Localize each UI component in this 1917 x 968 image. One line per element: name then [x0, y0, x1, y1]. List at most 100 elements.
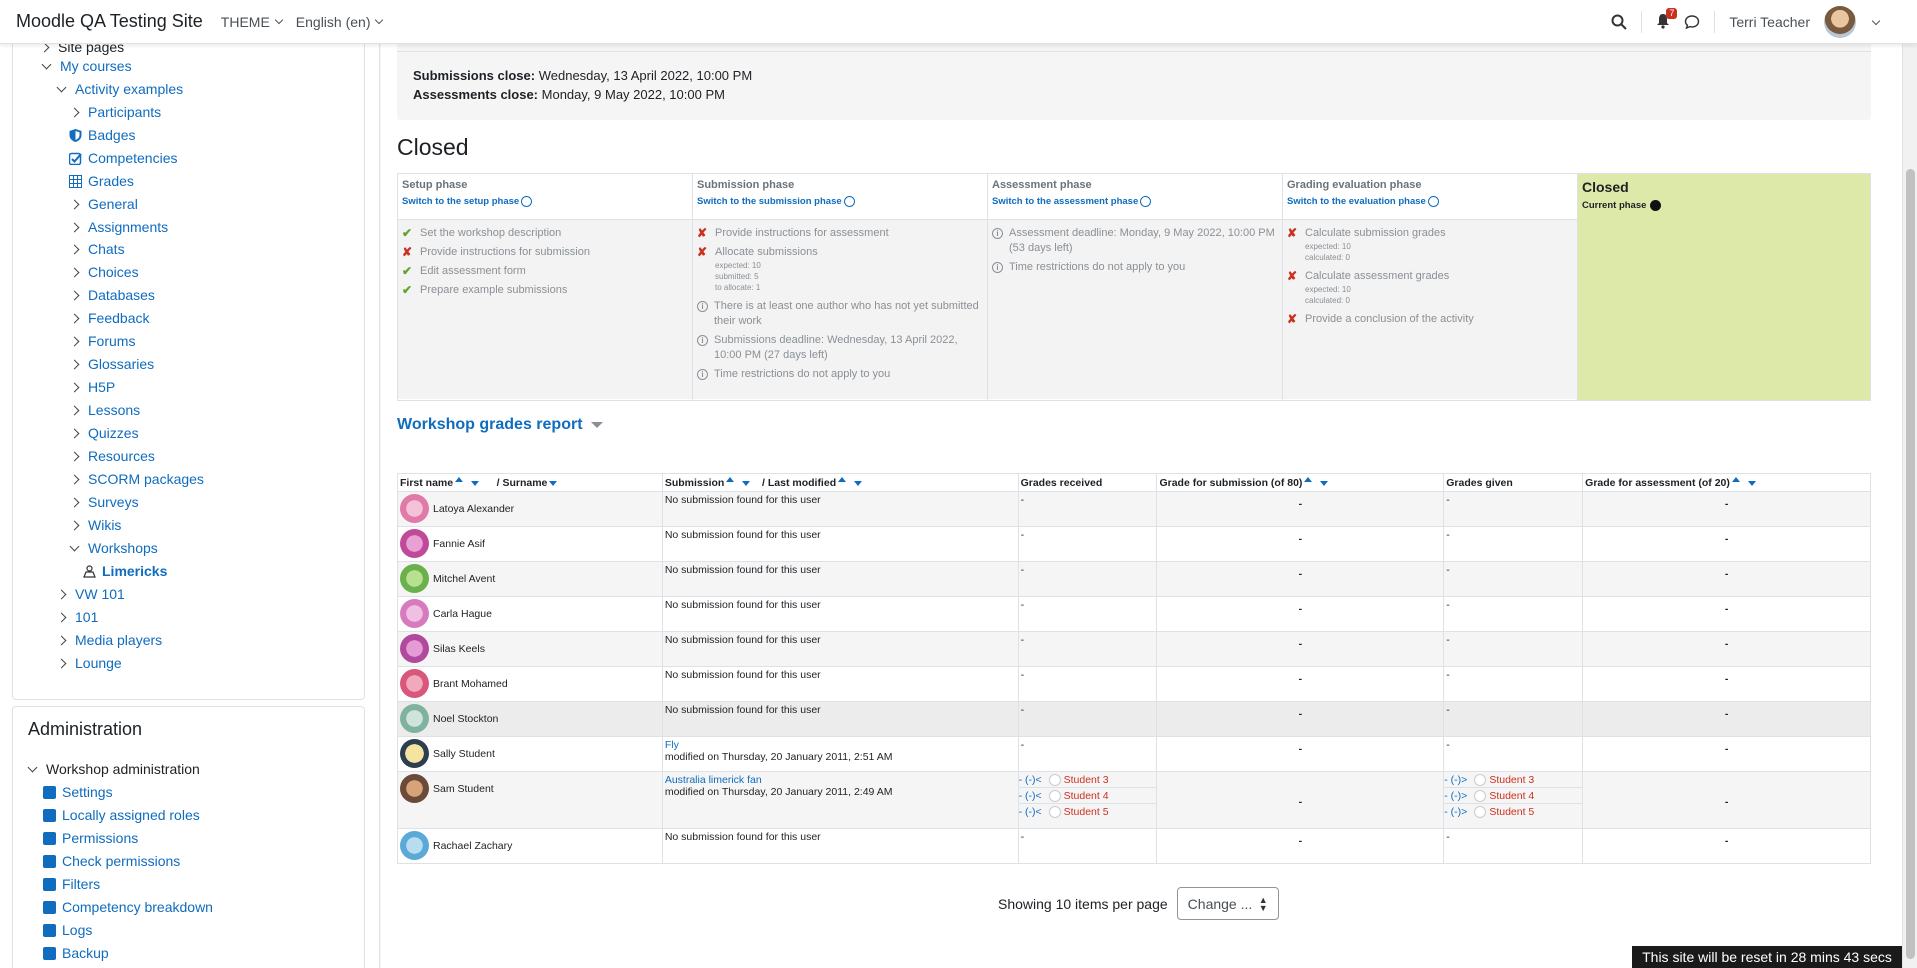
tree-label[interactable]: Settings	[62, 784, 113, 800]
tree-workshop-administration[interactable]: Workshop administration	[27, 758, 200, 780]
user-picture[interactable]	[400, 704, 429, 733]
tree-my-courses[interactable]: My courses	[41, 55, 132, 77]
tree-label[interactable]: Check permissions	[62, 853, 180, 869]
admin-item-check-permissions[interactable]: Check permissions	[43, 850, 180, 872]
tree-label[interactable]: My courses	[60, 58, 132, 74]
grade-mark[interactable]: - (-)<	[1019, 790, 1042, 802]
tree-item-badges[interactable]: Badges	[69, 124, 135, 146]
switch-submission-phase-link[interactable]: Switch to the submission phase	[697, 196, 983, 207]
tree-item-participants[interactable]: Participants	[69, 101, 161, 123]
tree-item-forums[interactable]: Forums	[69, 330, 135, 352]
tree-item-wikis[interactable]: Wikis	[69, 514, 121, 536]
tree-item-feedback[interactable]: Feedback	[69, 307, 149, 329]
per-page-select[interactable]: Change ... ▲ ▼	[1176, 887, 1279, 920]
message-icon[interactable]	[1684, 14, 1700, 30]
tree-label[interactable]: Glossaries	[88, 356, 154, 372]
user-picture[interactable]	[400, 774, 429, 803]
tree-course-lounge[interactable]: Lounge	[56, 652, 122, 674]
tree-label[interactable]: 101	[75, 609, 98, 625]
tree-item-lessons[interactable]: Lessons	[69, 399, 140, 421]
user-name[interactable]: Silas Keels	[433, 643, 485, 655]
tree-label[interactable]: H5P	[88, 379, 115, 395]
sort-asc-icon[interactable]	[455, 476, 464, 482]
search-icon[interactable]	[1611, 14, 1628, 30]
sort-grade-assessment-link[interactable]: Grade for assessment (of 20)	[1585, 477, 1730, 489]
tree-course-media-players[interactable]: Media players	[56, 629, 162, 651]
user-name[interactable]: Sam Student	[433, 783, 494, 795]
user-menu-name[interactable]: Terri Teacher	[1729, 14, 1810, 30]
tree-label[interactable]: Filters	[62, 876, 100, 892]
user-avatar[interactable]	[1824, 6, 1856, 38]
sort-asc-icon[interactable]	[838, 476, 847, 482]
user-picture[interactable]	[400, 739, 429, 768]
tree-item-assignments[interactable]: Assignments	[69, 216, 168, 238]
sort-desc-icon[interactable]	[1320, 480, 1329, 486]
sort-last-modified-link[interactable]: / Last modified	[762, 477, 836, 489]
tree-label[interactable]: Competency breakdown	[62, 899, 213, 915]
tree-label[interactable]: Logs	[62, 922, 92, 938]
tree-label[interactable]: Limericks	[102, 563, 167, 579]
tree-course-activity-examples[interactable]: Activity examples	[56, 78, 183, 100]
submission-link[interactable]: Fly	[665, 739, 679, 751]
user-name[interactable]: Rachael Zachary	[433, 840, 512, 852]
sort-grade-submission-link[interactable]: Grade for submission (of 80)	[1159, 477, 1302, 489]
user-name[interactable]: Sally Student	[433, 748, 495, 760]
tree-label[interactable]: Locally assigned roles	[62, 807, 200, 823]
reviewee-name[interactable]: Student 4	[1489, 790, 1534, 802]
user-picture[interactable]	[400, 634, 429, 663]
tree-item-workshops[interactable]: Workshops	[69, 537, 158, 559]
sort-desc-icon[interactable]	[854, 480, 863, 486]
sort-desc-icon[interactable]	[549, 480, 558, 486]
page-scrollbar[interactable]	[1902, 44, 1917, 968]
sort-asc-icon[interactable]	[1731, 476, 1740, 482]
switch-setup-phase-link[interactable]: Switch to the setup phase	[402, 196, 688, 207]
tree-label[interactable]: Forums	[88, 333, 135, 349]
tree-label[interactable]: Feedback	[88, 310, 149, 326]
sort-surname-link[interactable]: / Surname	[497, 477, 548, 489]
sort-asc-icon[interactable]	[726, 476, 735, 482]
admin-item-competency-breakdown[interactable]: Competency breakdown	[43, 896, 213, 918]
tree-label[interactable]: Badges	[88, 127, 135, 143]
sort-desc-icon[interactable]	[1747, 480, 1756, 486]
tree-label[interactable]: Lounge	[75, 655, 122, 671]
scrollbar-thumb[interactable]	[1906, 169, 1915, 959]
user-name[interactable]: Carla Hague	[433, 608, 492, 620]
tree-label[interactable]: Surveys	[88, 494, 139, 510]
user-name[interactable]: Noel Stockton	[433, 713, 498, 725]
tree-label[interactable]: Competencies	[88, 150, 178, 166]
tree-label[interactable]: Resources	[88, 448, 155, 464]
tree-label[interactable]: Wikis	[88, 517, 121, 533]
tree-label[interactable]: Permissions	[62, 830, 138, 846]
tree-label[interactable]: SCORM packages	[88, 471, 204, 487]
user-name[interactable]: Brant Mohamed	[433, 678, 508, 690]
admin-item-filters[interactable]: Filters	[43, 873, 100, 895]
language-menu[interactable]: English (en)	[296, 14, 384, 30]
reviewee-name[interactable]: Student 5	[1489, 806, 1534, 818]
user-picture[interactable]	[400, 564, 429, 593]
sort-submission-link[interactable]: Submission	[665, 477, 725, 489]
tree-label[interactable]: VW 101	[75, 586, 125, 602]
tree-label[interactable]: Lessons	[88, 402, 140, 418]
sort-desc-icon[interactable]	[742, 480, 751, 486]
user-picture[interactable]	[400, 669, 429, 698]
sort-asc-icon[interactable]	[1304, 476, 1313, 482]
tree-label[interactable]: General	[88, 196, 138, 212]
tree-label[interactable]: Backup	[62, 945, 109, 961]
tree-item-chats[interactable]: Chats	[69, 238, 125, 260]
tree-course-vw101[interactable]: VW 101	[56, 583, 125, 605]
tree-item-general[interactable]: General	[69, 193, 138, 215]
switch-assessment-phase-link[interactable]: Switch to the assessment phase	[992, 196, 1278, 207]
tree-item-quizzes[interactable]: Quizzes	[69, 422, 139, 444]
tree-label[interactable]: Quizzes	[88, 425, 139, 441]
user-name[interactable]: Latoya Alexander	[433, 503, 514, 515]
admin-item-backup[interactable]: Backup	[43, 942, 109, 964]
user-picture[interactable]	[400, 831, 429, 860]
submission-link[interactable]: Australia limerick fan	[665, 774, 762, 786]
grade-mark[interactable]: - (-)<	[1019, 774, 1042, 786]
tree-label[interactable]: Assignments	[88, 219, 168, 235]
grade-mark[interactable]: - (-)>	[1444, 774, 1467, 786]
user-picture[interactable]	[400, 494, 429, 523]
tree-item-competencies[interactable]: Competencies	[69, 147, 178, 169]
tree-label[interactable]: Databases	[88, 287, 155, 303]
grades-report-heading[interactable]: Workshop grades report	[397, 416, 603, 434]
